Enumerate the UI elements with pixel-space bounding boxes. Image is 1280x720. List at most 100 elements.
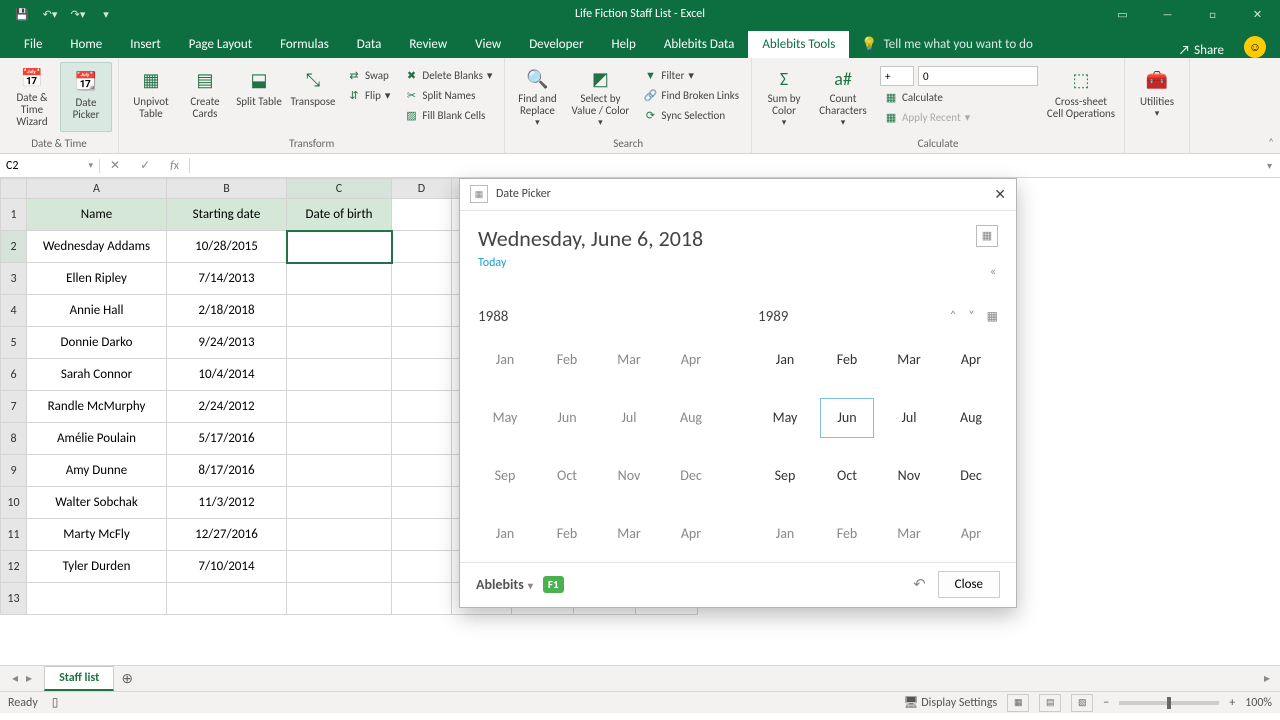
undo-icon[interactable]: ↶▾ [38, 8, 62, 21]
header-name[interactable]: Name [27, 199, 167, 231]
select-by-value-button[interactable]: ◩Select by Value / Color▾ [565, 62, 635, 132]
picker-undo-icon[interactable]: ↶ [913, 575, 926, 594]
tab-home[interactable]: Home [56, 31, 116, 58]
picker-today-icon[interactable]: ▦ [987, 309, 998, 324]
cell[interactable] [287, 327, 392, 359]
cell[interactable]: Walter Sobchak [27, 487, 167, 519]
close-button[interactable]: ✕ [1235, 0, 1280, 28]
cell[interactable]: Wednesday Addams [27, 231, 167, 263]
cell[interactable] [167, 583, 287, 615]
cell[interactable] [287, 519, 392, 551]
minimize-button[interactable]: — [1145, 0, 1190, 28]
cell[interactable]: Annie Hall [27, 295, 167, 327]
month-nov[interactable]: Nov [882, 456, 936, 496]
month-feb[interactable]: Feb [820, 340, 874, 380]
feedback-smiley-icon[interactable]: ☺ [1244, 36, 1266, 58]
count-characters-button[interactable]: a#Count Characters▾ [812, 62, 874, 132]
cell[interactable]: 2/18/2018 [167, 295, 287, 327]
tab-formulas[interactable]: Formulas [266, 31, 343, 58]
tab-view[interactable]: View [461, 31, 515, 58]
cell[interactable] [287, 359, 392, 391]
cell[interactable]: 7/10/2014 [167, 551, 287, 583]
month-jan[interactable]: Jan [758, 340, 812, 380]
month-sep[interactable]: Sep [478, 456, 532, 496]
month-apr[interactable]: Apr [944, 340, 998, 380]
picker-year-left[interactable]: 1988 [478, 308, 508, 326]
cell[interactable]: 7/14/2013 [167, 263, 287, 295]
tell-me-search[interactable]: 💡 Tell me what you want to do [849, 31, 1045, 58]
month-dec[interactable]: Dec [664, 456, 718, 496]
create-cards-button[interactable]: ▤Create Cards [179, 62, 231, 132]
split-table-button[interactable]: ⬓Split Table [233, 62, 285, 132]
month-nov[interactable]: Nov [602, 456, 656, 496]
flip-button[interactable]: ⇵Flip ▾ [343, 86, 394, 104]
calculate-button[interactable]: ▦Calculate [880, 88, 1038, 106]
month-jun[interactable]: Jun [820, 398, 874, 438]
cell[interactable] [27, 583, 167, 615]
filter-button[interactable]: ▼Filter ▾ [639, 66, 743, 84]
month-next-apr[interactable]: Apr [944, 514, 998, 554]
row-header[interactable]: 13 [1, 583, 27, 615]
month-dec[interactable]: Dec [944, 456, 998, 496]
picker-calculator-icon[interactable]: ▦ [976, 225, 998, 247]
picker-close-icon[interactable]: ✕ [994, 186, 1006, 203]
cell[interactable]: Randle McMurphy [27, 391, 167, 423]
month-aug[interactable]: Aug [664, 398, 718, 438]
zoom-slider[interactable] [1119, 701, 1219, 705]
month-feb[interactable]: Feb [540, 340, 594, 380]
macro-record-icon[interactable]: ▯ [52, 695, 59, 710]
share-button[interactable]: ↗ Share [1167, 43, 1236, 58]
cell[interactable]: 2/24/2012 [167, 391, 287, 423]
picker-year-up-icon[interactable]: ˄ [950, 309, 956, 324]
save-icon[interactable]: 💾 [10, 8, 34, 21]
header-date-of-birth[interactable]: Date of birth [287, 199, 392, 231]
cell[interactable]: 12/27/2016 [167, 519, 287, 551]
find-broken-links-button[interactable]: 🔗Find Broken Links [639, 86, 743, 104]
row-header[interactable]: 8 [1, 423, 27, 455]
tab-review[interactable]: Review [395, 31, 461, 58]
month-mar[interactable]: Mar [602, 340, 656, 380]
cell[interactable]: 10/4/2014 [167, 359, 287, 391]
month-apr[interactable]: Apr [664, 340, 718, 380]
cell[interactable] [287, 423, 392, 455]
month-oct[interactable]: Oct [540, 456, 594, 496]
month-next-mar[interactable]: Mar [882, 514, 936, 554]
row-header[interactable]: 3 [1, 263, 27, 295]
collapse-ribbon-icon[interactable]: ˄ [1268, 136, 1274, 149]
picker-collapse-icon[interactable]: « [990, 265, 996, 279]
picker-today-link[interactable]: Today [478, 256, 703, 270]
sheet-nav-last-icon[interactable]: ▸ [26, 671, 32, 686]
month-jul[interactable]: Jul [882, 398, 936, 438]
apply-recent-button[interactable]: ▦Apply Recent ▾ [880, 108, 1038, 126]
picker-year-right[interactable]: 1989 [758, 308, 788, 326]
column-header[interactable]: C [287, 179, 392, 199]
cell[interactable] [287, 263, 392, 295]
view-page-layout-icon[interactable]: ▤ [1039, 694, 1061, 712]
cell[interactable] [287, 455, 392, 487]
row-header[interactable]: 9 [1, 455, 27, 487]
calc-op-input[interactable] [880, 66, 914, 86]
column-header[interactable]: A [27, 179, 167, 199]
transpose-button[interactable]: ⤡Transpose [287, 62, 339, 132]
cell[interactable] [287, 583, 392, 615]
cell[interactable]: Sarah Connor [27, 359, 167, 391]
cell[interactable] [287, 487, 392, 519]
cell[interactable] [287, 391, 392, 423]
cell[interactable] [287, 551, 392, 583]
find-replace-button[interactable]: 🔍Find and Replace▾ [511, 62, 563, 132]
sheet-tabs-scroll-icon[interactable]: ▸ [1254, 671, 1280, 686]
cell[interactable]: 9/24/2013 [167, 327, 287, 359]
utilities-button[interactable]: 🧰Utilities▾ [1131, 62, 1183, 132]
tab-developer[interactable]: Developer [515, 31, 597, 58]
fx-icon[interactable]: fx [170, 159, 179, 173]
delete-blanks-button[interactable]: ✖Delete Blanks ▾ [400, 66, 496, 84]
column-header[interactable]: D [392, 179, 452, 199]
month-mar[interactable]: Mar [882, 340, 936, 380]
date-time-wizard-button[interactable]: 📅Date & Time Wizard [6, 62, 58, 132]
tab-ablebits-data[interactable]: Ablebits Data [650, 31, 749, 58]
zoom-out-button[interactable]: − [1103, 696, 1109, 710]
sheet-nav-first-icon[interactable]: ◂ [12, 671, 18, 686]
picker-year-down-icon[interactable]: ˅ [968, 309, 974, 324]
row-header[interactable]: 5 [1, 327, 27, 359]
zoom-level[interactable]: 100% [1245, 696, 1272, 710]
